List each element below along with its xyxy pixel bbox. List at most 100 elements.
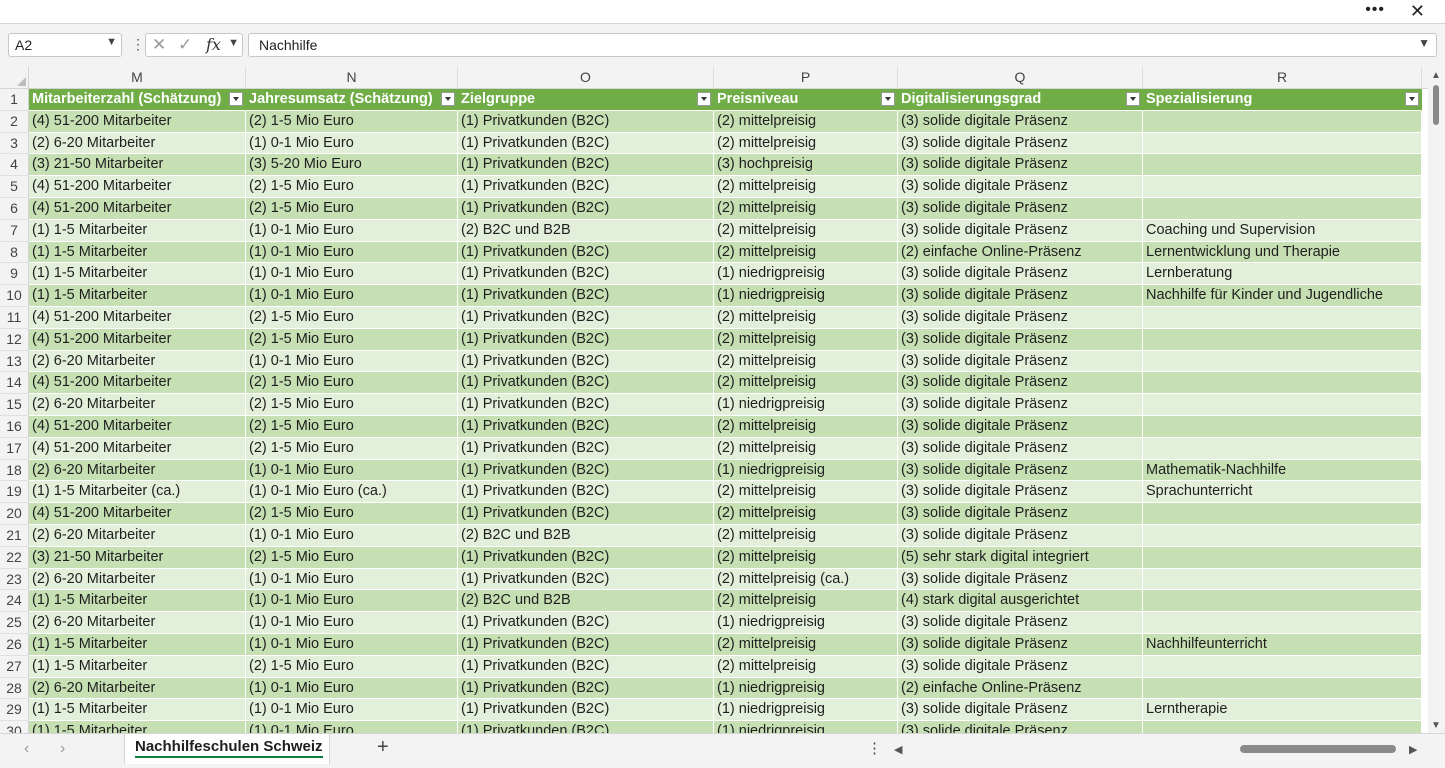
table-cell[interactable]: (1) 0-1 Mio Euro bbox=[246, 132, 458, 155]
table-cell[interactable]: (1) 0-1 Mio Euro bbox=[246, 634, 458, 656]
table-cell[interactable]: (1) 0-1 Mio Euro bbox=[246, 677, 458, 700]
more-options-icon[interactable]: ••• bbox=[1365, 0, 1385, 20]
filter-dropdown-icon[interactable] bbox=[229, 92, 243, 106]
table-cell[interactable]: (2) 1-5 Mio Euro bbox=[246, 437, 458, 460]
row-number[interactable]: 21 bbox=[0, 525, 29, 547]
table-cell[interactable]: (1) Privatkunden (B2C) bbox=[458, 263, 714, 286]
table-cell[interactable]: (2) 6-20 Mitarbeiter bbox=[29, 350, 246, 373]
table-cell[interactable]: (2) mittelpreisig bbox=[714, 350, 898, 373]
formula-bar-handle-icon[interactable]: ⋮ bbox=[131, 36, 145, 53]
table-cell[interactable]: (4) 51-200 Mitarbeiter bbox=[29, 437, 246, 460]
table-cell[interactable]: (1) Privatkunden (B2C) bbox=[458, 154, 714, 177]
table-cell[interactable]: (3) solide digitale Präsenz bbox=[898, 132, 1143, 155]
table-cell[interactable]: (2) 6-20 Mitarbeiter bbox=[29, 525, 246, 547]
tab-bar-handle-icon[interactable]: ⋮ bbox=[867, 739, 882, 757]
scroll-right-icon[interactable]: ▶ bbox=[1409, 743, 1417, 756]
column-header-0[interactable]: M bbox=[29, 67, 246, 88]
expand-formula-icon[interactable]: ▼ bbox=[1418, 36, 1430, 50]
table-cell[interactable] bbox=[1143, 350, 1422, 373]
row-number[interactable]: 23 bbox=[0, 568, 29, 591]
table-cell[interactable]: (1) 1-5 Mitarbeiter bbox=[29, 721, 246, 733]
table-cell[interactable]: (2) 6-20 Mitarbeiter bbox=[29, 612, 246, 634]
table-cell[interactable]: (3) solide digitale Präsenz bbox=[898, 176, 1143, 198]
table-cell[interactable]: (2) mittelpreisig bbox=[714, 481, 898, 504]
table-cell[interactable]: (1) 0-1 Mio Euro bbox=[246, 219, 458, 242]
row-number[interactable]: 26 bbox=[0, 634, 29, 656]
row-number[interactable]: 13 bbox=[0, 350, 29, 373]
table-cell[interactable]: (1) Privatkunden (B2C) bbox=[458, 677, 714, 700]
table-cell[interactable]: (4) 51-200 Mitarbeiter bbox=[29, 110, 246, 133]
table-cell[interactable]: (2) mittelpreisig bbox=[714, 241, 898, 264]
table-cell[interactable]: (1) 0-1 Mio Euro bbox=[246, 459, 458, 482]
table-cell[interactable]: Mathematik-Nachhilfe bbox=[1143, 459, 1422, 482]
table-cell[interactable]: (2) mittelpreisig bbox=[714, 503, 898, 525]
table-cell[interactable]: (2) 1-5 Mio Euro bbox=[246, 372, 458, 395]
table-cell[interactable]: (2) 6-20 Mitarbeiter bbox=[29, 394, 246, 416]
table-cell[interactable]: (3) solide digitale Präsenz bbox=[898, 328, 1143, 351]
table-cell[interactable]: (2) 1-5 Mio Euro bbox=[246, 416, 458, 438]
row-number[interactable]: 6 bbox=[0, 198, 29, 220]
table-cell[interactable]: (2) 6-20 Mitarbeiter bbox=[29, 459, 246, 482]
table-cell[interactable]: (1) Privatkunden (B2C) bbox=[458, 176, 714, 198]
row-number[interactable]: 20 bbox=[0, 503, 29, 525]
table-cell[interactable]: (2) mittelpreisig bbox=[714, 110, 898, 133]
row-number[interactable]: 24 bbox=[0, 590, 29, 613]
table-cell[interactable]: (1) Privatkunden (B2C) bbox=[458, 328, 714, 351]
table-cell[interactable]: (1) Privatkunden (B2C) bbox=[458, 503, 714, 525]
row-number[interactable]: 19 bbox=[0, 481, 29, 504]
table-cell[interactable]: (3) solide digitale Präsenz bbox=[898, 612, 1143, 634]
table-cell[interactable] bbox=[1143, 198, 1422, 220]
column-header-5[interactable]: R bbox=[1143, 67, 1422, 88]
table-cell[interactable]: (1) Privatkunden (B2C) bbox=[458, 481, 714, 504]
row-number[interactable]: 22 bbox=[0, 546, 29, 569]
table-cell[interactable]: (2) 1-5 Mio Euro bbox=[246, 110, 458, 133]
table-cell[interactable]: (2) mittelpreisig bbox=[714, 198, 898, 220]
header-cell[interactable]: Jahresumsatz (Schätzung) bbox=[246, 89, 458, 111]
table-cell[interactable]: (2) 1-5 Mio Euro bbox=[246, 546, 458, 569]
row-number[interactable]: 14 bbox=[0, 372, 29, 395]
table-cell[interactable]: (1) 1-5 Mitarbeiter bbox=[29, 655, 246, 678]
row-number[interactable]: 17 bbox=[0, 437, 29, 460]
table-cell[interactable]: (5) sehr stark digital integriert bbox=[898, 546, 1143, 569]
header-cell[interactable]: Zielgruppe bbox=[458, 89, 714, 111]
table-cell[interactable]: (1) Privatkunden (B2C) bbox=[458, 241, 714, 264]
filter-dropdown-icon[interactable] bbox=[881, 92, 895, 106]
name-box[interactable]: A2 ▼ bbox=[8, 33, 122, 57]
table-cell[interactable]: (2) mittelpreisig bbox=[714, 590, 898, 613]
table-cell[interactable] bbox=[1143, 176, 1422, 198]
table-cell[interactable]: (1) Privatkunden (B2C) bbox=[458, 285, 714, 307]
row-number[interactable]: 28 bbox=[0, 677, 29, 700]
filter-dropdown-icon[interactable] bbox=[697, 92, 711, 106]
table-cell[interactable] bbox=[1143, 110, 1422, 133]
row-number[interactable]: 27 bbox=[0, 655, 29, 678]
table-cell[interactable]: (2) mittelpreisig bbox=[714, 634, 898, 656]
table-cell[interactable]: (3) solide digitale Präsenz bbox=[898, 481, 1143, 504]
table-cell[interactable]: (2) mittelpreisig bbox=[714, 655, 898, 678]
column-header-4[interactable]: Q bbox=[898, 67, 1143, 88]
table-cell[interactable]: (1) 1-5 Mitarbeiter bbox=[29, 241, 246, 264]
table-cell[interactable] bbox=[1143, 612, 1422, 634]
chevron-down-icon[interactable]: ▼ bbox=[106, 36, 117, 48]
table-cell[interactable]: (3) solide digitale Präsenz bbox=[898, 219, 1143, 242]
table-cell[interactable]: (1) Privatkunden (B2C) bbox=[458, 655, 714, 678]
row-number[interactable]: 2 bbox=[0, 110, 29, 133]
table-cell[interactable]: (4) 51-200 Mitarbeiter bbox=[29, 416, 246, 438]
table-cell[interactable]: (3) solide digitale Präsenz bbox=[898, 154, 1143, 177]
table-cell[interactable]: (3) solide digitale Präsenz bbox=[898, 568, 1143, 591]
table-cell[interactable]: (3) solide digitale Präsenz bbox=[898, 263, 1143, 286]
table-cell[interactable]: (1) 0-1 Mio Euro bbox=[246, 699, 458, 722]
table-cell[interactable]: (1) niedrigpreisig bbox=[714, 612, 898, 634]
table-cell[interactable]: (2) 1-5 Mio Euro bbox=[246, 328, 458, 351]
worksheet-grid[interactable]: MNOPQR 1 Mitarbeiterzahl (Schätzung) Jahre… bbox=[0, 67, 1428, 733]
table-cell[interactable]: (3) 5-20 Mio Euro bbox=[246, 154, 458, 177]
table-cell[interactable]: (1) Privatkunden (B2C) bbox=[458, 546, 714, 569]
table-cell[interactable]: (1) Privatkunden (B2C) bbox=[458, 198, 714, 220]
table-cell[interactable] bbox=[1143, 132, 1422, 155]
row-number[interactable]: 15 bbox=[0, 394, 29, 416]
table-cell[interactable]: (3) solide digitale Präsenz bbox=[898, 285, 1143, 307]
table-cell[interactable]: (2) B2C und B2B bbox=[458, 590, 714, 613]
table-cell[interactable]: (1) niedrigpreisig bbox=[714, 721, 898, 733]
table-cell[interactable]: (2) mittelpreisig bbox=[714, 416, 898, 438]
header-cell[interactable]: Preisniveau bbox=[714, 89, 898, 111]
table-cell[interactable] bbox=[1143, 437, 1422, 460]
